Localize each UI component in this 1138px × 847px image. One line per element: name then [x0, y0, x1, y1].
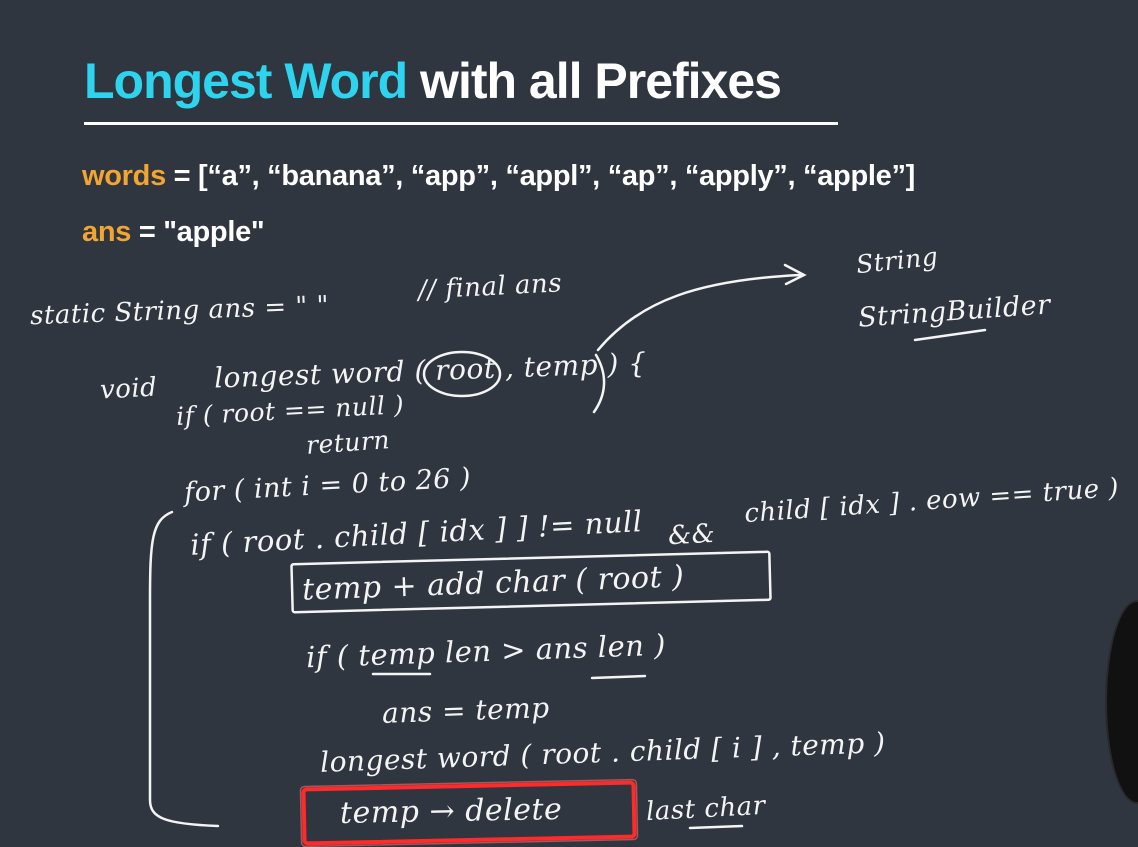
string-builder-underline [913, 328, 987, 342]
hand-last-char: last char [645, 790, 767, 828]
arrow-to-string [596, 273, 802, 352]
slide: Longest Word with all Prefixes words = [… [0, 0, 1138, 847]
ans-len-underline [590, 674, 647, 680]
hand-and: && [667, 518, 717, 552]
hand-delete: temp → delete [339, 792, 563, 831]
ink-annotations [148, 263, 987, 847]
hand-return: return [305, 425, 391, 460]
last-char-underline [688, 824, 744, 830]
hand-assign: ans = temp [381, 691, 551, 730]
hand-void: void [99, 372, 159, 406]
